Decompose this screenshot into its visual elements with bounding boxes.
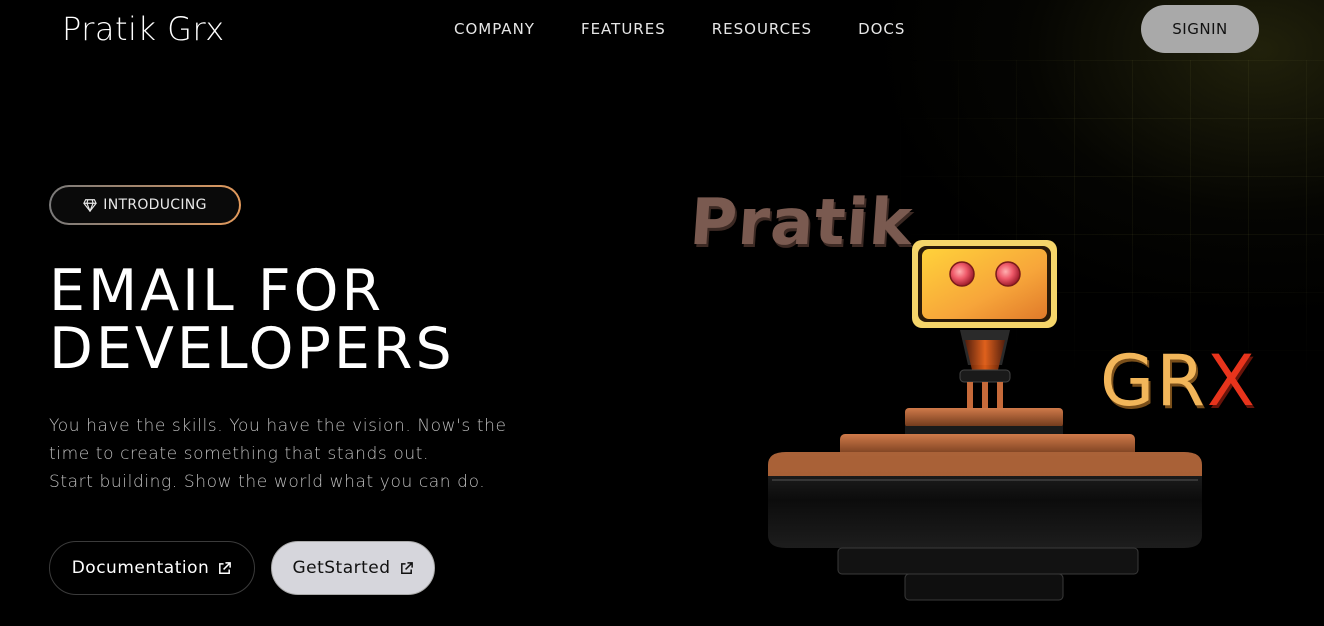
- external-link-icon: [219, 561, 232, 574]
- description-line-2: time to create something that stands out…: [49, 444, 430, 464]
- hero-description: You have the skills. You have the vision…: [49, 412, 519, 496]
- nav-company[interactable]: COMPANY: [454, 20, 535, 38]
- diamond-icon: [83, 199, 98, 212]
- description-line-3: Start building. Show the world what you …: [49, 472, 486, 492]
- hero-headline: EMAIL FOR DEVELOPERS: [49, 262, 509, 378]
- nav-resources[interactable]: RESOURCES: [712, 20, 812, 38]
- headline-line-1: EMAIL FOR: [49, 258, 385, 324]
- nav-features[interactable]: FEATURES: [581, 20, 666, 38]
- headline-line-2: DEVELOPERS: [49, 316, 455, 382]
- documentation-label: Documentation: [71, 558, 210, 578]
- introducing-badge: INTRODUCING: [49, 185, 241, 225]
- nav-docs[interactable]: DOCS: [858, 20, 905, 38]
- get-started-button[interactable]: GetStarted: [271, 541, 435, 595]
- artwork-grx-text: GRX: [1100, 340, 1257, 422]
- artwork-grx-x: X: [1206, 340, 1257, 422]
- main-nav: COMPANY FEATURES RESOURCES DOCS: [454, 20, 951, 38]
- badge-label: INTRODUCING: [103, 197, 207, 213]
- get-started-label: GetStarted: [292, 558, 391, 578]
- documentation-button[interactable]: Documentation: [49, 541, 255, 595]
- brand-logo[interactable]: Pratik Grx: [62, 10, 225, 48]
- artwork-grx-gr: GR: [1100, 340, 1207, 422]
- signin-button[interactable]: SIGNIN: [1141, 5, 1259, 53]
- description-line-1: You have the skills. You have the vision…: [49, 416, 507, 436]
- external-link-icon: [400, 561, 413, 574]
